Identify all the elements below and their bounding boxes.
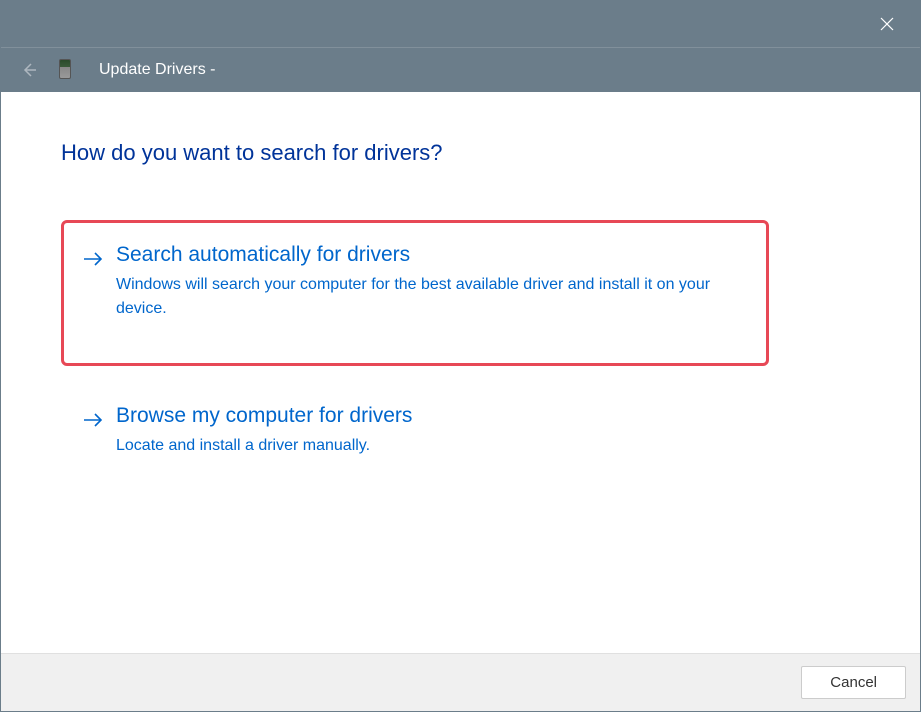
nav-bar: Update Drivers -: [1, 47, 920, 92]
option-title: Browse my computer for drivers: [116, 404, 751, 428]
titlebar: [1, 1, 920, 47]
close-button[interactable]: [872, 9, 902, 39]
dialog-window: Update Drivers - How do you want to sear…: [0, 0, 921, 712]
cancel-button[interactable]: Cancel: [801, 666, 906, 699]
page-heading: How do you want to search for drivers?: [61, 140, 860, 166]
window-title: Update Drivers -: [99, 61, 215, 79]
back-arrow-icon: [21, 62, 37, 78]
dialog-content: How do you want to search for drivers? S…: [1, 92, 920, 653]
option-description: Windows will search your computer for th…: [116, 273, 736, 321]
arrow-right-icon: [82, 409, 104, 431]
option-description: Locate and install a driver manually.: [116, 434, 736, 458]
option-text-block: Browse my computer for drivers Locate an…: [116, 404, 751, 458]
back-button[interactable]: [19, 60, 39, 80]
option-title: Search automatically for drivers: [116, 243, 748, 267]
dialog-footer: Cancel: [1, 653, 920, 711]
arrow-right-icon: [82, 248, 104, 270]
option-text-block: Search automatically for drivers Windows…: [116, 243, 748, 321]
option-search-automatically[interactable]: Search automatically for drivers Windows…: [61, 220, 769, 366]
device-icon: [59, 59, 75, 81]
close-icon: [879, 16, 895, 32]
option-browse-computer[interactable]: Browse my computer for drivers Locate an…: [61, 404, 769, 478]
